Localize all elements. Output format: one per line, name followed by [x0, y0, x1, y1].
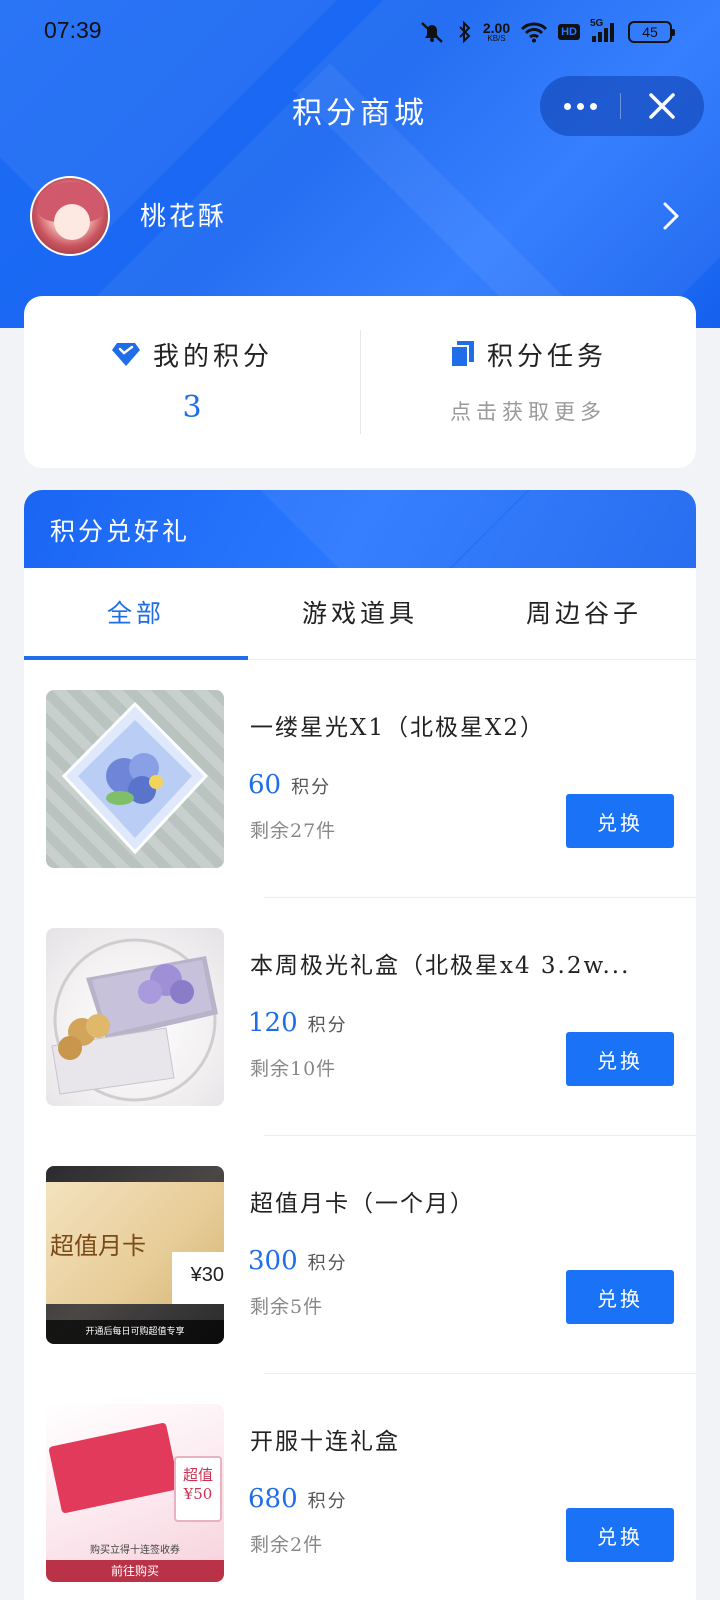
item-name: 超值月卡（一个月）	[250, 1191, 475, 1217]
item-name: 开服十连礼盒	[250, 1429, 400, 1455]
avatar-face	[54, 204, 90, 240]
ticket-graphic	[48, 1422, 180, 1514]
price-value: 300	[248, 1246, 298, 1276]
value-tag-label: 超值	[182, 1466, 213, 1484]
wifi-icon	[521, 22, 548, 43]
profile-row[interactable]: 桃花酥	[30, 176, 690, 256]
gift-box-caption: 购买立得十连签收券	[90, 1545, 180, 1556]
list-item[interactable]: 超值月卡 ¥30 开通后每日可购超值专享 超值月卡（一个月） 300 积分 剩余…	[24, 1136, 696, 1374]
gift-section-title: 积分兑好礼	[50, 517, 191, 546]
mini-program-capsule	[540, 76, 704, 136]
crystal-icon	[61, 701, 209, 855]
price-unit: 积分	[291, 777, 332, 798]
item-stock: 剩余10件	[250, 1058, 337, 1080]
price-value: 120	[248, 1008, 298, 1038]
my-points-header: 我的积分	[24, 336, 360, 372]
close-icon	[649, 93, 675, 119]
points-tasks-label: 积分任务	[486, 341, 607, 372]
close-button[interactable]	[621, 76, 703, 136]
item-price: 60 积分	[248, 770, 331, 800]
dot	[576, 102, 584, 110]
monthly-card-promo: 开通后每日可购超值专享	[46, 1320, 224, 1344]
bluetooth-icon	[459, 20, 471, 44]
item-price: 680 积分	[248, 1484, 348, 1514]
item-stock: 剩余5件	[250, 1296, 324, 1318]
avatar[interactable]	[30, 176, 110, 256]
redeem-button[interactable]: 兑换	[566, 794, 674, 848]
dot	[563, 102, 571, 110]
status-time: 07:39	[44, 17, 102, 43]
battery-level: 45	[642, 24, 658, 40]
status-bar: 07:39 2.00 KB/S HD 5G 45	[0, 0, 720, 64]
my-points-value: 3	[182, 390, 202, 425]
gift-header: 积分兑好礼	[24, 490, 696, 568]
points-tasks-subtitle: 点击获取更多	[450, 400, 606, 424]
list-item[interactable]: 本周极光礼盒（北极星x4 3.2w... 120 积分 剩余10件 兑换	[24, 898, 696, 1136]
price-unit: 积分	[307, 1015, 348, 1036]
item-price: 120 积分	[248, 1008, 348, 1038]
mute-icon	[421, 22, 443, 43]
signal-icon: 5G	[590, 18, 618, 44]
net-speed: 2.00 KB/S	[483, 21, 510, 43]
price-unit: 积分	[307, 1253, 348, 1274]
tab-game-items[interactable]: 游戏道具	[248, 568, 472, 660]
redeem-button[interactable]: 兑换	[566, 1270, 674, 1324]
status-icons: 2.00 KB/S HD 5G 45	[417, 16, 675, 48]
redeem-button[interactable]: 兑换	[566, 1032, 674, 1086]
net-speed-unit: KB/S	[487, 34, 506, 43]
price-unit: 积分	[307, 1491, 348, 1512]
item-image	[46, 690, 224, 868]
monthly-card-text: 超值月卡	[50, 1232, 146, 1260]
tab-all[interactable]: 全部	[24, 568, 248, 660]
tab-merchandise[interactable]: 周边谷子	[472, 568, 696, 660]
points-card: 我的积分 3 积分任务 点击获取更多	[24, 296, 696, 468]
points-tasks[interactable]: 积分任务 点击获取更多	[360, 296, 696, 468]
dot	[589, 102, 597, 110]
category-tabs: 全部 游戏道具 周边谷子	[24, 568, 696, 660]
item-price: 300 积分	[248, 1246, 348, 1276]
value-tag-price: ¥50	[183, 1485, 213, 1503]
tasks-icon	[449, 341, 474, 368]
net-speed-value: 2.00	[482, 20, 511, 36]
list-item[interactable]: 超值 ¥50 购买立得十连签收券 前往购买 开服十连礼盒 680 积分 剩余2件…	[24, 1374, 696, 1600]
monthly-card-price: ¥30	[172, 1252, 224, 1304]
more-button[interactable]	[540, 76, 620, 136]
list-item[interactable]: 一缕星光X1（北极星X2） 60 积分 剩余27件 兑换	[24, 660, 696, 898]
item-image: 超值月卡 ¥30 开通后每日可购超值专享	[46, 1166, 224, 1344]
gift-box-icon	[51, 938, 218, 1102]
item-image	[46, 928, 224, 1106]
points-tasks-header: 积分任务	[360, 336, 696, 372]
item-stock: 剩余2件	[250, 1534, 324, 1556]
value-tag: 超值 ¥50	[174, 1456, 222, 1522]
gift-box-cta: 前往购买	[46, 1560, 224, 1582]
item-name: 本周极光礼盒（北极星x4 3.2w...	[250, 953, 631, 979]
price-value: 680	[248, 1484, 298, 1514]
item-stock: 剩余27件	[250, 820, 337, 842]
username: 桃花酥	[140, 202, 228, 232]
my-points[interactable]: 我的积分 3	[24, 296, 360, 468]
hd-badge: HD	[558, 24, 580, 40]
item-image: 超值 ¥50 购买立得十连签收券 前往购买	[46, 1404, 224, 1582]
gift-section: 积分兑好礼 全部 游戏道具 周边谷子 一缕星光X1（北极星X2） 60 积分 剩…	[24, 490, 696, 1600]
my-points-label: 我的积分	[152, 341, 273, 372]
item-name: 一缕星光X1（北极星X2）	[250, 715, 546, 741]
battery-icon: 45	[628, 21, 675, 43]
chevron-right-icon[interactable]	[652, 198, 688, 234]
price-value: 60	[248, 770, 282, 800]
redeem-button[interactable]: 兑换	[566, 1508, 674, 1562]
diamond-icon	[111, 343, 140, 366]
